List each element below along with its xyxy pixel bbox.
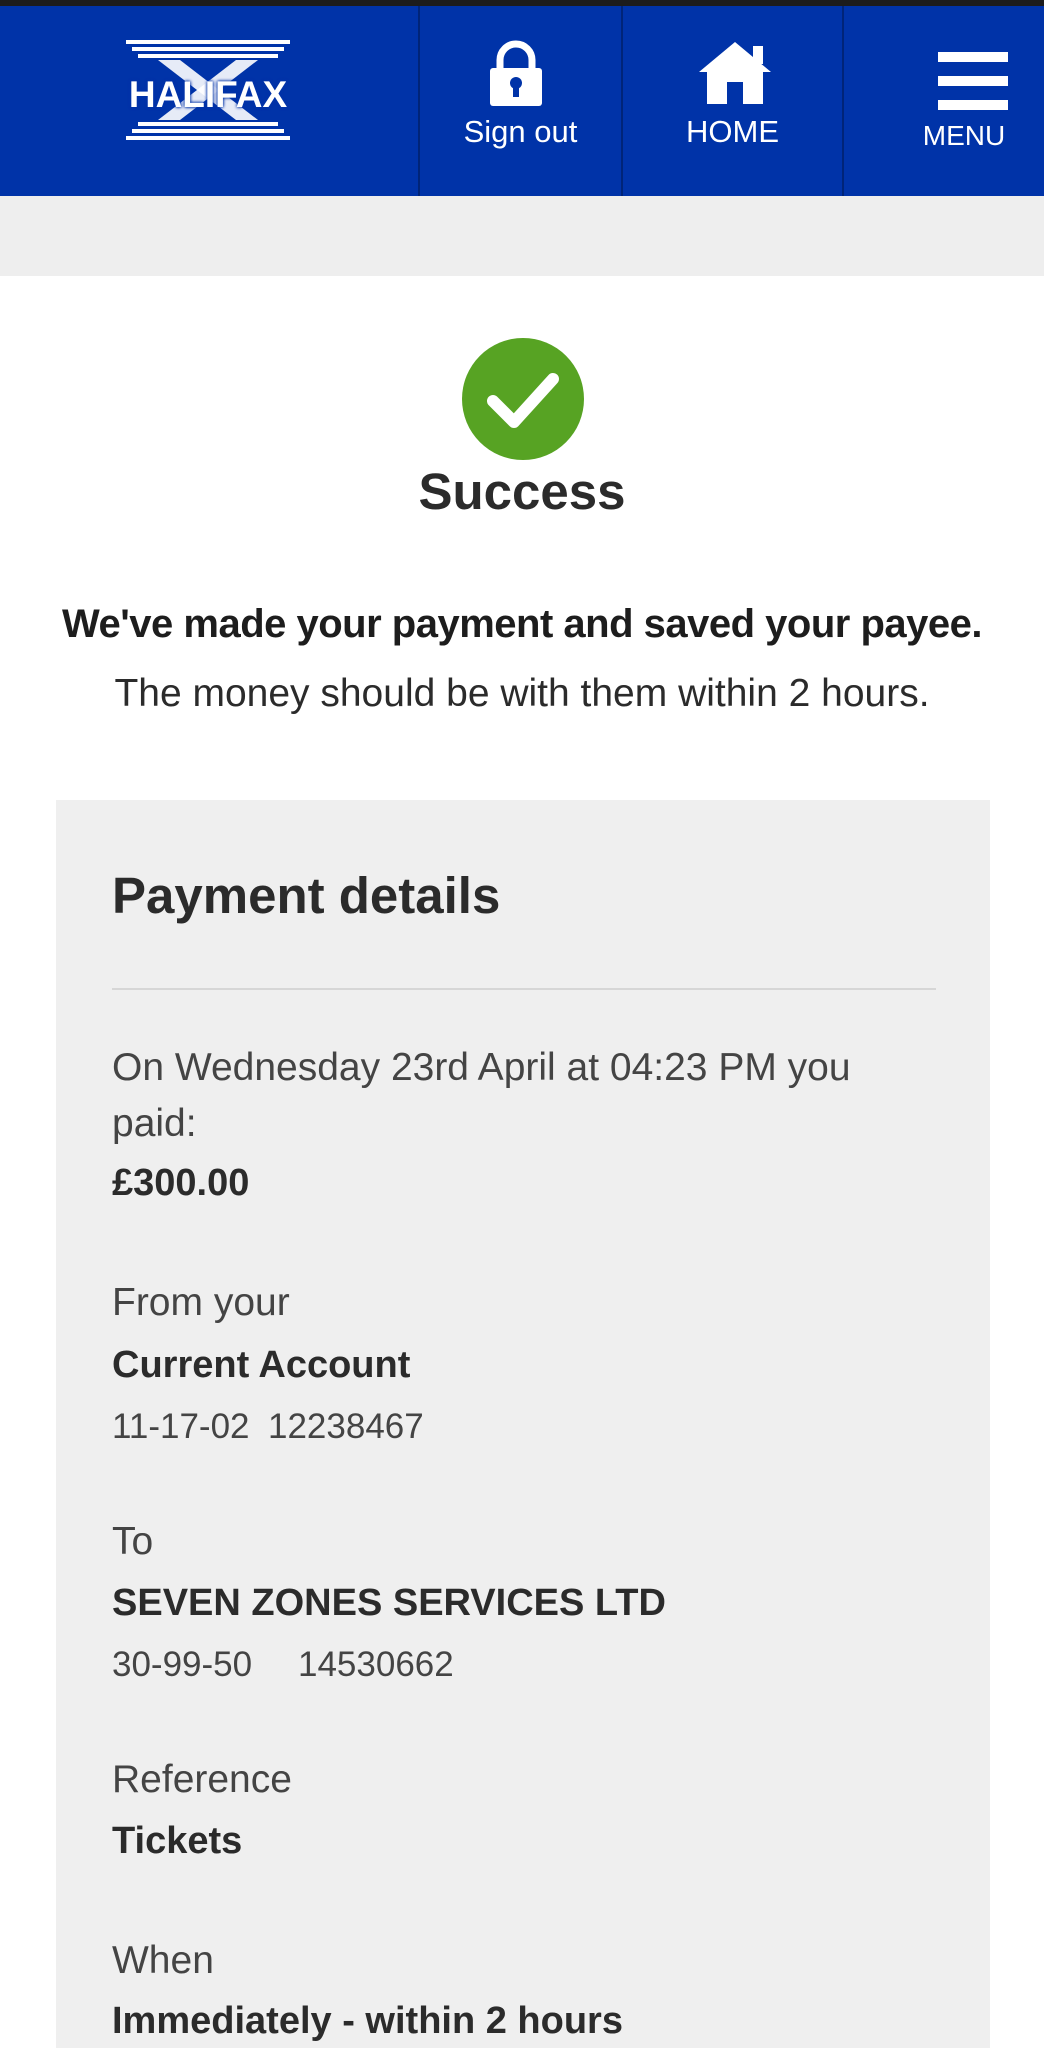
lock-icon (490, 40, 542, 106)
check-circle-icon (462, 338, 584, 460)
payment-amount: £300.00 (112, 1162, 250, 1204)
from-account-number: 12238467 (268, 1407, 424, 1446)
hamburger-icon (938, 52, 1008, 110)
delivery-message: The money should be with them within 2 h… (114, 672, 930, 715)
when-label: When (112, 1939, 214, 1982)
sign-out-label: Sign out (463, 114, 578, 149)
when-value: Immediately - within 2 hours (112, 2000, 623, 2042)
logo-text: HALIFAX (128, 74, 288, 115)
home-icon (699, 42, 771, 104)
confirmation-message: We've made your payment and saved your p… (62, 602, 982, 646)
payment-details-title: Payment details (112, 867, 501, 924)
top-navigation-bar: HALIFAX Sign out HOME MENU (0, 6, 1044, 196)
success-title: Success (418, 463, 626, 520)
sign-out-button[interactable]: Sign out (420, 6, 623, 196)
home-button[interactable]: HOME (623, 6, 844, 196)
to-sort-code: 30-99-50 (112, 1645, 253, 1684)
reference-value: Tickets (112, 1820, 243, 1862)
halifax-logo[interactable]: HALIFAX (118, 38, 298, 142)
from-account-name: Current Account (112, 1344, 411, 1386)
menu-button[interactable]: MENU (844, 6, 1044, 196)
payment-intro-text: On Wednesday 23rd April at 04:23 PM you … (112, 1046, 851, 1145)
from-label: From your (112, 1281, 290, 1324)
reference-label: Reference (112, 1758, 292, 1801)
menu-label: MENU (922, 120, 1006, 151)
payee-name: SEVEN ZONES SERVICES LTD (112, 1582, 666, 1624)
to-label: To (112, 1520, 154, 1563)
payment-details-panel: Payment details On Wednesday 23rd April … (56, 800, 990, 2048)
logo-cell[interactable]: HALIFAX (0, 6, 420, 196)
to-account-number: 14530662 (298, 1645, 454, 1684)
page-band (0, 196, 1044, 276)
from-sort-code: 11-17-02 (112, 1407, 250, 1446)
divider (112, 988, 936, 990)
home-label: HOME (686, 114, 779, 149)
